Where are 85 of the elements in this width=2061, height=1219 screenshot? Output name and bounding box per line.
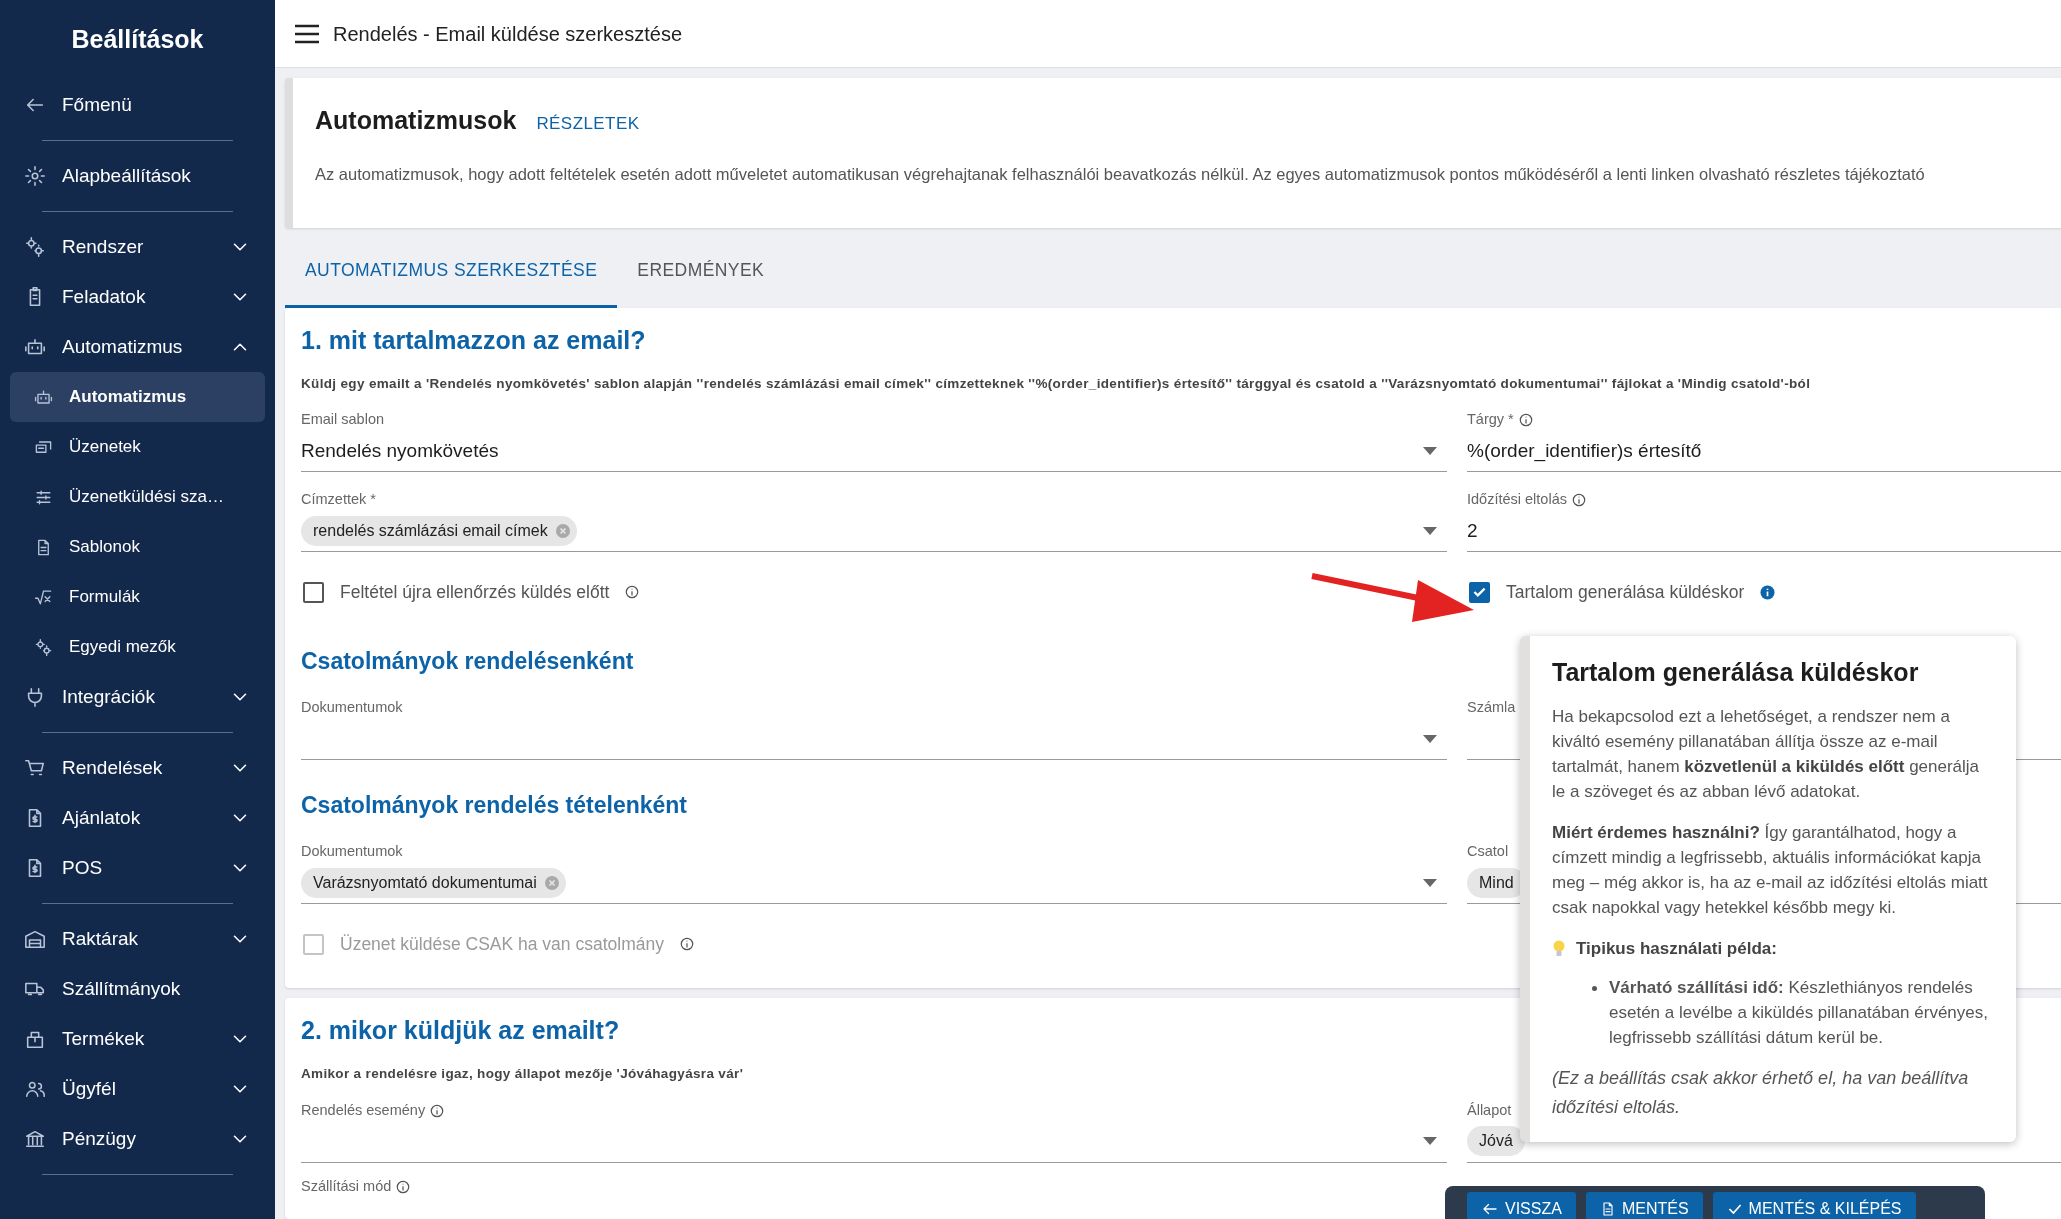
field-label: Email sablon: [301, 410, 384, 430]
input-field[interactable]: 2: [1467, 510, 2061, 553]
action-button[interactable]: MENTÉS & KILÉPÉS: [1712, 1192, 1916, 1219]
dropdown-caret-icon[interactable]: [1423, 878, 1437, 887]
popover-note: (Ez a beállítás csak akkor érhető el, ha van beállítva időzítési eltolás.: [1552, 1067, 1970, 1119]
field-label: Dokumentumok: [301, 842, 403, 862]
popover-paragraph: Ha bekapcsolod ezt a lehetőséget, a rendszer nem a kiváltó esemény pillanatában állítja össze az e-mail tartalmát, hanem közvetlenül a kiküldés előtt generálja le a szöveget és az abban lévő adatokat.: [1552, 706, 1981, 803]
bullet-icon: [1592, 986, 1597, 991]
section-summary: Amikor a rendelésre igaz, hogy állapot mezője 'Jóváhagyásra vár': [301, 1065, 744, 1084]
checkbox-label: Feltétel újra ellenőrzés küldés előtt: [340, 581, 610, 605]
select-field[interactable]: Rendelés nyomkövetés: [301, 430, 1447, 473]
field-label: Dokumentumok: [301, 698, 403, 718]
info-icon[interactable]: [1571, 493, 1586, 508]
settings-icon: [24, 165, 46, 187]
section-heading: 2. mikor küldjük az emailt?: [301, 1015, 620, 1047]
sidebar-subitem[interactable]: Formulák: [10, 572, 265, 622]
field-label: Állapot: [1467, 1100, 1512, 1120]
info-icon[interactable]: [1760, 584, 1776, 600]
action-button[interactable]: VISSZA: [1467, 1192, 1576, 1219]
sidebar-title: Beállítások: [70, 24, 205, 56]
dropdown-caret-icon[interactable]: [1423, 1137, 1437, 1145]
sidebar-subitem[interactable]: Üzenetek: [10, 422, 265, 472]
details-link[interactable]: RÉSZLETEK: [536, 111, 640, 137]
warehouse-icon: [24, 928, 46, 950]
section-heading: 1. mit tartalmazzon az email?: [301, 325, 646, 356]
example-text: Várható szállítási idő: Készlethiányos rendelés esetén a levélbe a kiküldés pillanatában érvényes, legfrissebb szállítási dátum kerül be.: [1609, 977, 1989, 1049]
chip[interactable]: Varázsnyomtató dokumentumai: [301, 867, 566, 898]
checkbox-label: Üzenet küldése CSAK ha van csatolmány: [340, 933, 664, 957]
field-label: Számla: [1467, 698, 1516, 718]
checkbox[interactable]: [1469, 581, 1490, 603]
gears-icon: [34, 637, 53, 657]
page-title: Rendelés - Email küldése szerkesztése: [333, 21, 683, 47]
tab[interactable]: EREDMÉNYEK: [617, 236, 785, 308]
select-field[interactable]: rendelés számlázási email címek: [301, 510, 1447, 553]
checkbox-label: Tartalom generálása küldéskor: [1506, 581, 1745, 605]
dropdown-caret-icon[interactable]: [1423, 734, 1437, 743]
field-label: Időzítési eltolás: [1467, 490, 1567, 510]
section-summary: Küldj egy emailt a 'Rendelés nyomkövetés' sablon alapján ''rendelés számlázási email címek'' címzetteknek ''%(order_identifier)s értesítő'' tárggyal és csatold a ''Varázsnyomtató dokumentumai'' fájlokat a 'Mindig csatold'-ból: [301, 375, 1811, 393]
sidebar-subitem[interactable]: Automatizmus: [10, 372, 265, 422]
chip[interactable]: rendelés számlázási email címek: [301, 515, 577, 546]
popover-title: Tartalom generálása küldéskor: [1552, 657, 1920, 688]
bank-icon: [24, 1128, 46, 1150]
field-label: Tárgy *: [1467, 410, 1514, 430]
sidebar-item[interactable]: Rendelések: [10, 743, 265, 793]
sidebar-item[interactable]: Rendszer: [10, 222, 265, 272]
sidebar-item[interactable]: Termékek: [10, 1014, 265, 1064]
sidebar-item[interactable]: POS: [10, 843, 265, 893]
sidebar-item[interactable]: Raktárak: [10, 914, 265, 964]
sidebar-item[interactable]: Integrációk: [10, 672, 265, 722]
sidebar-item[interactable]: Automatizmus: [10, 322, 265, 372]
info-icon[interactable]: [430, 1103, 445, 1118]
sidebar-item[interactable]: Alapbeállítások: [10, 151, 265, 201]
info-icon[interactable]: [396, 1179, 411, 1194]
square-root-icon: [34, 587, 53, 607]
chip[interactable]: Jóvá: [1467, 1126, 1525, 1156]
sidebar-item[interactable]: Feladatok: [10, 272, 265, 322]
card-title: Automatizmusok: [315, 105, 517, 136]
checkbox[interactable]: [303, 581, 324, 603]
sidebar-item[interactable]: Főmenü: [10, 80, 265, 130]
example-heading: Tipikus használati példa:: [1576, 938, 1777, 960]
field-label: Szállítási mód: [301, 1176, 392, 1196]
gears-icon: [24, 236, 46, 258]
info-icon[interactable]: [1518, 413, 1533, 428]
input-field[interactable]: %(order_identifier)s értesítő: [1467, 430, 2061, 473]
sidebar-item[interactable]: Pénzügy: [10, 1114, 265, 1164]
sidebar-subitem[interactable]: Sablonok: [10, 522, 265, 572]
subsection-heading: Csatolmányok rendelésenként: [301, 646, 634, 676]
action-button[interactable]: MENTÉS: [1585, 1192, 1703, 1219]
sidebar-subitem[interactable]: Egyedi mezők: [10, 622, 265, 672]
field-label: Csatol: [1467, 842, 1509, 862]
select-field[interactable]: Varázsnyomtató dokumentumai: [301, 862, 1447, 905]
info-icon[interactable]: [625, 585, 640, 600]
lightbulb-icon: [1552, 939, 1566, 958]
robot-icon: [34, 387, 53, 407]
sidebar-item[interactable]: Ajánlatok: [10, 793, 265, 843]
field-label: Címzettek *: [301, 490, 376, 510]
dropdown-caret-icon[interactable]: [1423, 446, 1437, 455]
field-label: Rendelés esemény: [301, 1100, 426, 1120]
card-description: Az automatizmusok, hogy adott feltételek esetén adott műveletet automatikusan végrehajtanak felhasználói beavatkozás nélkül. Az egyes automatizmusok pontos működéséről a lenti linken olvasható részletes tájékoztató: [315, 163, 1926, 185]
sidebar-item[interactable]: Ügyfél: [10, 1064, 265, 1114]
subsection-heading: Csatolmányok rendelés tételenként: [301, 790, 688, 820]
dropdown-caret-icon[interactable]: [1423, 526, 1437, 535]
sidebar-subitem[interactable]: Üzenetküldési sza…: [10, 472, 265, 522]
sidebar-item[interactable]: Szállítmányok: [10, 964, 265, 1014]
popover-paragraph: Miért érdemes használni? Így garantálhatod, hogy a címzett mindig a legfrissebb, aktuális információkat kapja meg – még akkor is, ha az e-mail az időzítési eltolás miatt csak napokkal vagy hetekkel később megy ki.: [1552, 822, 1989, 919]
